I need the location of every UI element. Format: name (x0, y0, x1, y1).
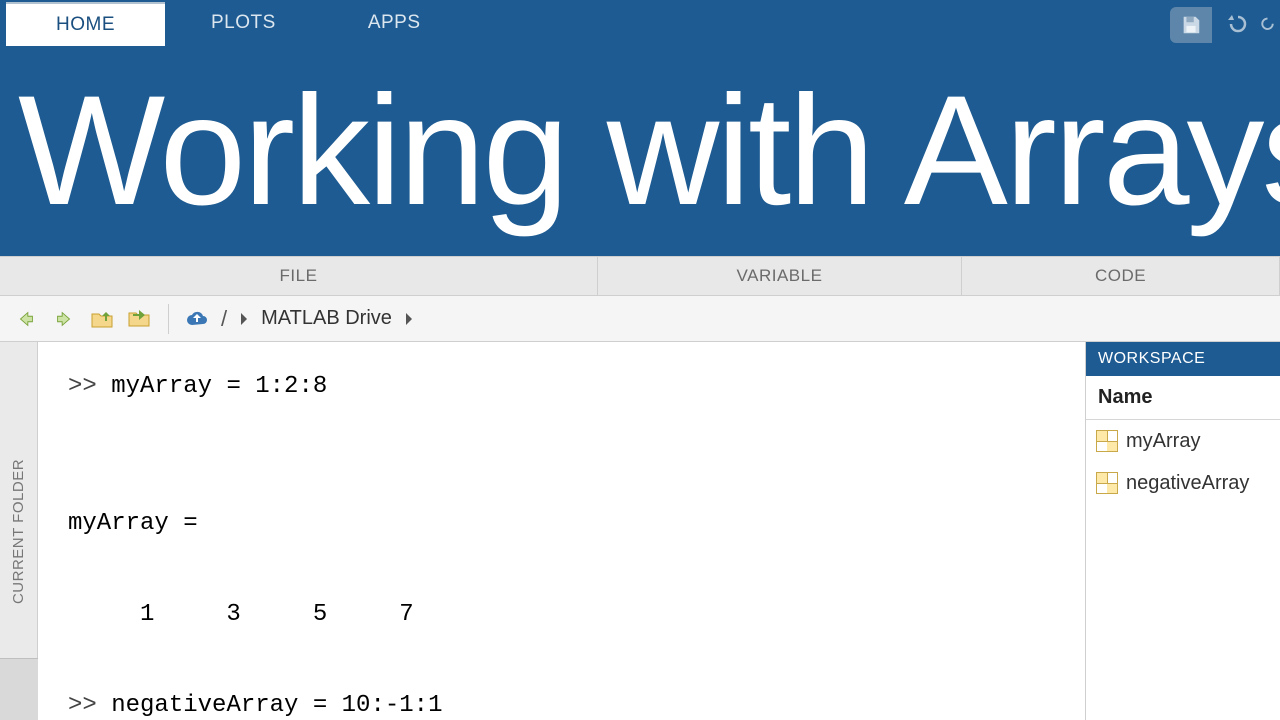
undo-button[interactable] (1218, 5, 1254, 41)
output-values: 1 3 5 7 (68, 601, 414, 628)
arrow-right-icon (53, 308, 75, 330)
browse-folder-button[interactable] (126, 305, 154, 333)
workspace-col-name[interactable]: Name (1086, 376, 1280, 420)
current-folder-panel-collapsed[interactable]: CURRENT FOLDER (0, 342, 38, 720)
workspace-var-row[interactable]: myArray (1086, 420, 1280, 462)
cmd-line-2: negativeArray = 10:-1:1 (111, 692, 442, 719)
breadcrumb-drive[interactable]: MATLAB Drive (261, 307, 392, 330)
output-header: myArray = (68, 510, 198, 537)
tab-apps[interactable]: APPS (322, 0, 467, 46)
current-folder-label: CURRENT FOLDER (10, 458, 27, 603)
breadcrumb-root-sep: / (221, 306, 227, 332)
redo-icon (1260, 11, 1278, 35)
main-area: CURRENT FOLDER >> myArray = 1:2:8 myArra… (0, 342, 1280, 720)
nav-back-button[interactable] (12, 305, 40, 333)
variable-icon (1096, 472, 1118, 494)
command-window[interactable]: >> myArray = 1:2:8 myArray = 1 3 5 7 >> … (38, 342, 1085, 720)
tab-plots[interactable]: PLOTS (165, 0, 322, 46)
save-button[interactable] (1170, 7, 1212, 43)
side-spacer (0, 658, 38, 720)
top-right-controls (1170, 0, 1280, 46)
cloud-icon (184, 309, 210, 329)
cloud-root-button[interactable] (183, 305, 211, 333)
save-icon (1180, 14, 1202, 36)
chevron-right-icon[interactable] (402, 312, 416, 326)
workspace-panel: WORKSPACE Name myArray negativeArray (1085, 342, 1280, 720)
variable-icon (1096, 430, 1118, 452)
toolstrip-sections: FILE VARIABLE CODE (0, 256, 1280, 296)
cmd-line-1: myArray = 1:2:8 (111, 373, 327, 400)
workspace-var-row[interactable]: negativeArray (1086, 462, 1280, 504)
prompt: >> (68, 373, 111, 400)
workspace-var-name: myArray (1126, 430, 1200, 453)
section-file: FILE (0, 257, 598, 295)
address-bar: / MATLAB Drive (0, 296, 1280, 342)
folder-up-icon (90, 308, 114, 330)
redo-button[interactable] (1260, 5, 1278, 41)
undo-icon (1224, 11, 1248, 35)
section-code: CODE (962, 257, 1280, 295)
banner-title: Working with Arrays (18, 73, 1280, 229)
tab-home[interactable]: HOME (6, 2, 165, 46)
chevron-right-icon[interactable] (237, 312, 251, 326)
up-folder-button[interactable] (88, 305, 116, 333)
title-banner: Working with Arrays (0, 46, 1280, 256)
folder-search-icon (127, 307, 153, 331)
workspace-header[interactable]: WORKSPACE (1086, 342, 1280, 376)
breadcrumb: / MATLAB Drive (183, 305, 416, 333)
top-tab-strip: HOME PLOTS APPS (0, 0, 1280, 46)
prompt: >> (68, 692, 111, 719)
nav-forward-button[interactable] (50, 305, 78, 333)
arrow-left-icon (15, 308, 37, 330)
section-variable: VARIABLE (598, 257, 962, 295)
workspace-var-name: negativeArray (1126, 472, 1249, 495)
nav-separator (168, 304, 169, 334)
